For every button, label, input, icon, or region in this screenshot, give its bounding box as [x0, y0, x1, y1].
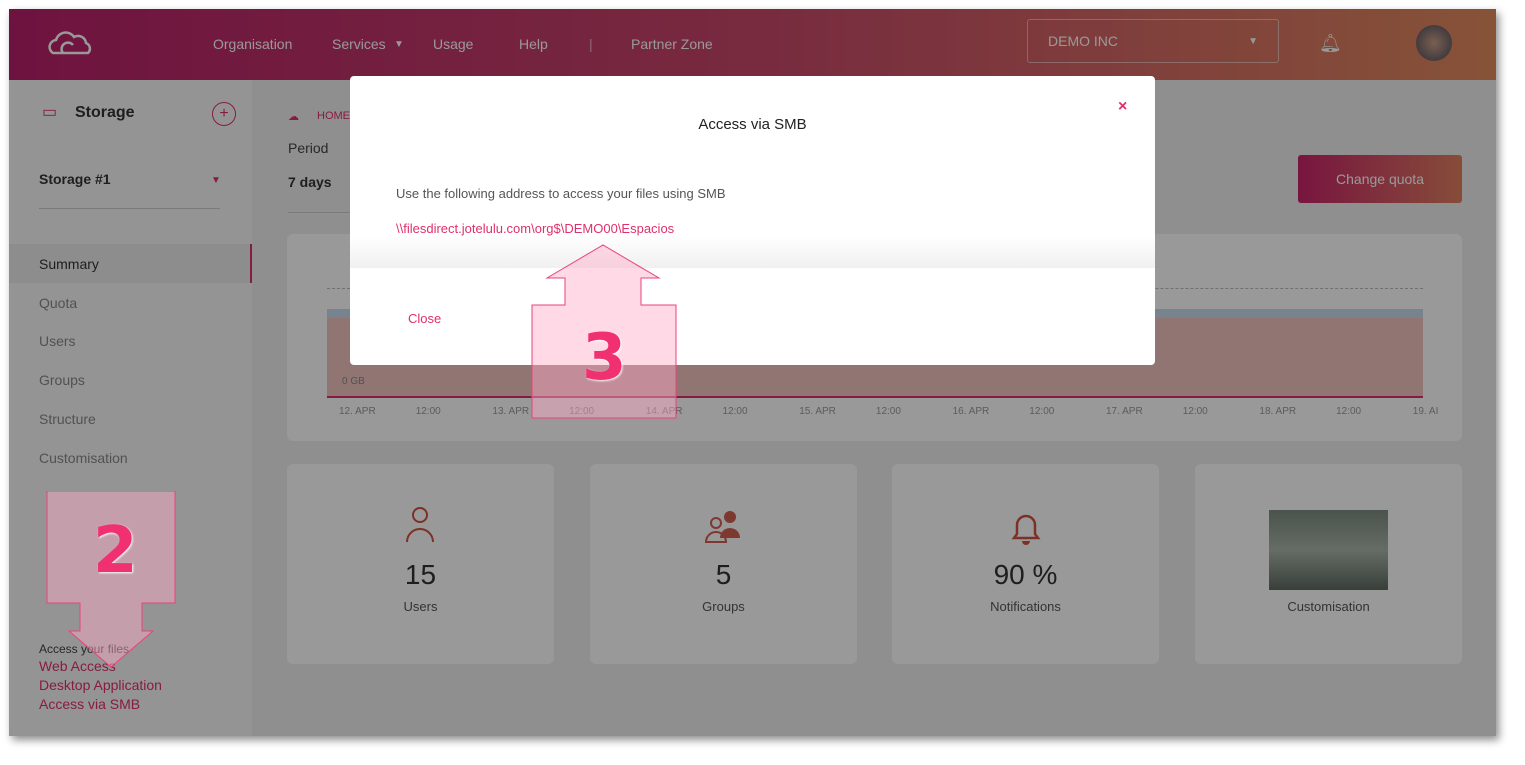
smb-modal: Access via SMB × Use the following addre…	[350, 76, 1155, 365]
modal-title: Access via SMB	[698, 116, 807, 133]
smb-address-link[interactable]: \\filesdirect.jotelulu.com\org$\DEMO00\E…	[396, 221, 674, 236]
app-window: Organisation Services ▼ Usage Help | Par…	[9, 9, 1496, 736]
close-icon[interactable]: ×	[1118, 98, 1127, 116]
modal-body-fade	[350, 236, 1155, 268]
annotation-number: 2	[93, 514, 138, 588]
modal-close-button[interactable]: Close	[408, 311, 441, 326]
modal-text: Use the following address to access your…	[396, 186, 726, 201]
annotation-number: 3	[582, 321, 627, 395]
